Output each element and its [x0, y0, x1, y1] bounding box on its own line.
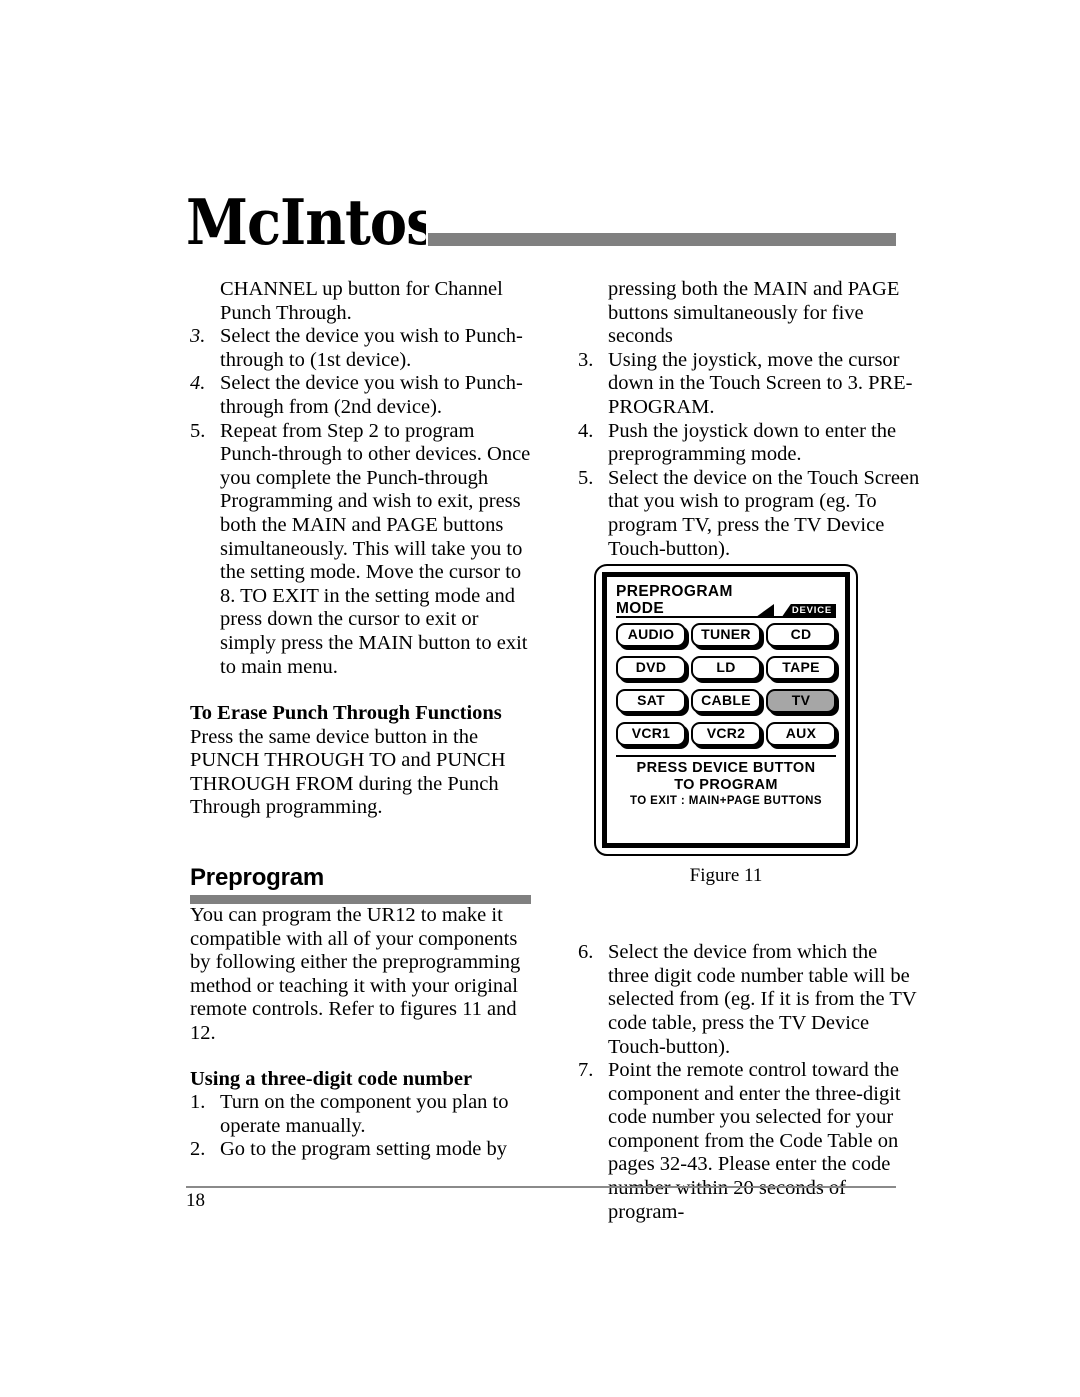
device-button-row: DVD LD TAPE: [616, 656, 836, 680]
device-button-cable[interactable]: CABLE: [691, 689, 761, 713]
erase-body: Press the same device button in the PUNC…: [190, 725, 506, 819]
list-item: 3. Using the joystick, move the cursor d…: [578, 349, 923, 420]
device-button-row: SAT CABLE TV: [616, 689, 836, 713]
list-item-number: 4.: [578, 419, 594, 442]
list-item: 3. Select the device you wish to Punch-t…: [190, 325, 535, 372]
list-item: 6. Select the device from which the thre…: [578, 941, 923, 1059]
list-item-number: 2.: [190, 1138, 206, 1161]
continued-paragraph: pressing both the MAIN and PAGE buttons …: [608, 278, 900, 348]
device-button-tuner[interactable]: TUNER: [691, 623, 761, 647]
device-button-dvd[interactable]: DVD: [616, 656, 686, 680]
device-button-audio[interactable]: AUDIO: [616, 623, 686, 647]
document-page: McIntosh CHANNEL up button for Channel P…: [0, 0, 1080, 1397]
device-button-ld[interactable]: LD: [691, 656, 761, 680]
list-item-text: Select the device from which the three d…: [608, 941, 917, 1058]
list-item: 7. Point the remote control toward the c…: [578, 1059, 923, 1224]
list-item-number: 5.: [578, 466, 594, 489]
masthead: McIntosh: [186, 186, 896, 258]
section-heading-preprogram: Preprogram: [190, 864, 325, 892]
list-item-number: 5.: [190, 419, 206, 442]
device-button-vcr1[interactable]: VCR1: [616, 722, 686, 746]
list-item-text: Point the remote control toward the comp…: [608, 1059, 901, 1223]
figure-11: PREPROGRAM MODE DEVICE AUDIO TUNER CD DV…: [594, 564, 858, 887]
erase-heading: To Erase Punch Through Functions: [190, 702, 502, 725]
list-item: 5. Select the device on the Touch Screen…: [578, 467, 923, 561]
list-item: 4. Select the device you wish to Punch-t…: [190, 372, 535, 419]
list-item-number: 6.: [578, 941, 594, 964]
screen-title-rule: [616, 616, 836, 618]
continued-paragraph-line2: Punch Through.: [220, 301, 352, 324]
mcintosh-logo: McIntosh: [186, 186, 426, 248]
screen-header: PREPROGRAM MODE DEVICE: [616, 583, 836, 621]
list-item: 2. Go to the program setting mode by: [190, 1138, 535, 1162]
section-heading-rule: [190, 895, 531, 905]
device-button-sat[interactable]: SAT: [616, 689, 686, 713]
page-number: 18: [186, 1190, 205, 1211]
screen-footer-rule: [616, 755, 836, 757]
device-button-vcr2[interactable]: VCR2: [691, 722, 761, 746]
device-button-tape[interactable]: TAPE: [766, 656, 836, 680]
continued-paragraph-line1: CHANNEL up button for Channel: [220, 278, 503, 300]
list-item-text: Select the device you wish to Punch-thro…: [220, 325, 523, 371]
list-item-text: Go to the program setting mode by: [220, 1138, 507, 1161]
list-item-number: 4.: [190, 372, 206, 395]
list-item: 1. Turn on the component you plan to ope…: [190, 1091, 535, 1138]
masthead-rule: [428, 233, 896, 246]
list-item-number: 7.: [578, 1059, 594, 1082]
list-item-number: 3.: [190, 325, 206, 348]
device-button-cd[interactable]: CD: [766, 623, 836, 647]
list-item-text: Turn on the component you plan to operat…: [220, 1091, 509, 1137]
list-item-text: Repeat from Step 2 to program Punch-thro…: [220, 419, 531, 678]
list-item: 4. Push the joystick down to enter the p…: [578, 420, 923, 467]
screen-title-line1: PREPROGRAM: [616, 583, 733, 600]
device-button-row: VCR1 VCR2 AUX: [616, 722, 836, 746]
list-item-text: Select the device you wish to Punch-thro…: [220, 372, 523, 418]
device-button-row: AUDIO TUNER CD: [616, 623, 836, 647]
left-column: CHANNEL up button for Channel Punch Thro…: [190, 278, 535, 1162]
device-button-tv[interactable]: TV: [766, 689, 836, 713]
remote-bezel: PREPROGRAM MODE DEVICE AUDIO TUNER CD DV…: [594, 564, 858, 856]
list-item-number: 1.: [190, 1091, 206, 1114]
list-item-text: Using the joystick, move the cursor down…: [608, 348, 913, 418]
code-heading: Using a three-digit code number: [190, 1067, 473, 1090]
list-item-text: Push the joystick down to enter the prep…: [608, 419, 897, 466]
device-button-aux[interactable]: AUX: [766, 722, 836, 746]
screen-footer-line2: TO PROGRAM: [674, 776, 778, 793]
section-body: You can program the UR12 to make it comp…: [190, 904, 521, 1045]
figure-caption: Figure 11: [689, 865, 763, 886]
device-button-grid: AUDIO TUNER CD DVD LD TAPE SAT CABLE TV: [616, 623, 836, 746]
mcintosh-logo-text: McIntosh: [186, 186, 426, 248]
screen-footer-line1: PRESS DEVICE BUTTON: [636, 760, 816, 776]
screen-footer-line3: TO EXIT : MAIN+PAGE BUTTONS: [630, 795, 822, 807]
list-item-number: 3.: [578, 348, 594, 371]
touch-screen: PREPROGRAM MODE DEVICE AUDIO TUNER CD DV…: [602, 572, 850, 848]
list-item-text: Select the device on the Touch Screen th…: [608, 466, 920, 560]
footer-rule: [186, 1186, 896, 1188]
list-item: 5. Repeat from Step 2 to program Punch-t…: [190, 420, 535, 680]
